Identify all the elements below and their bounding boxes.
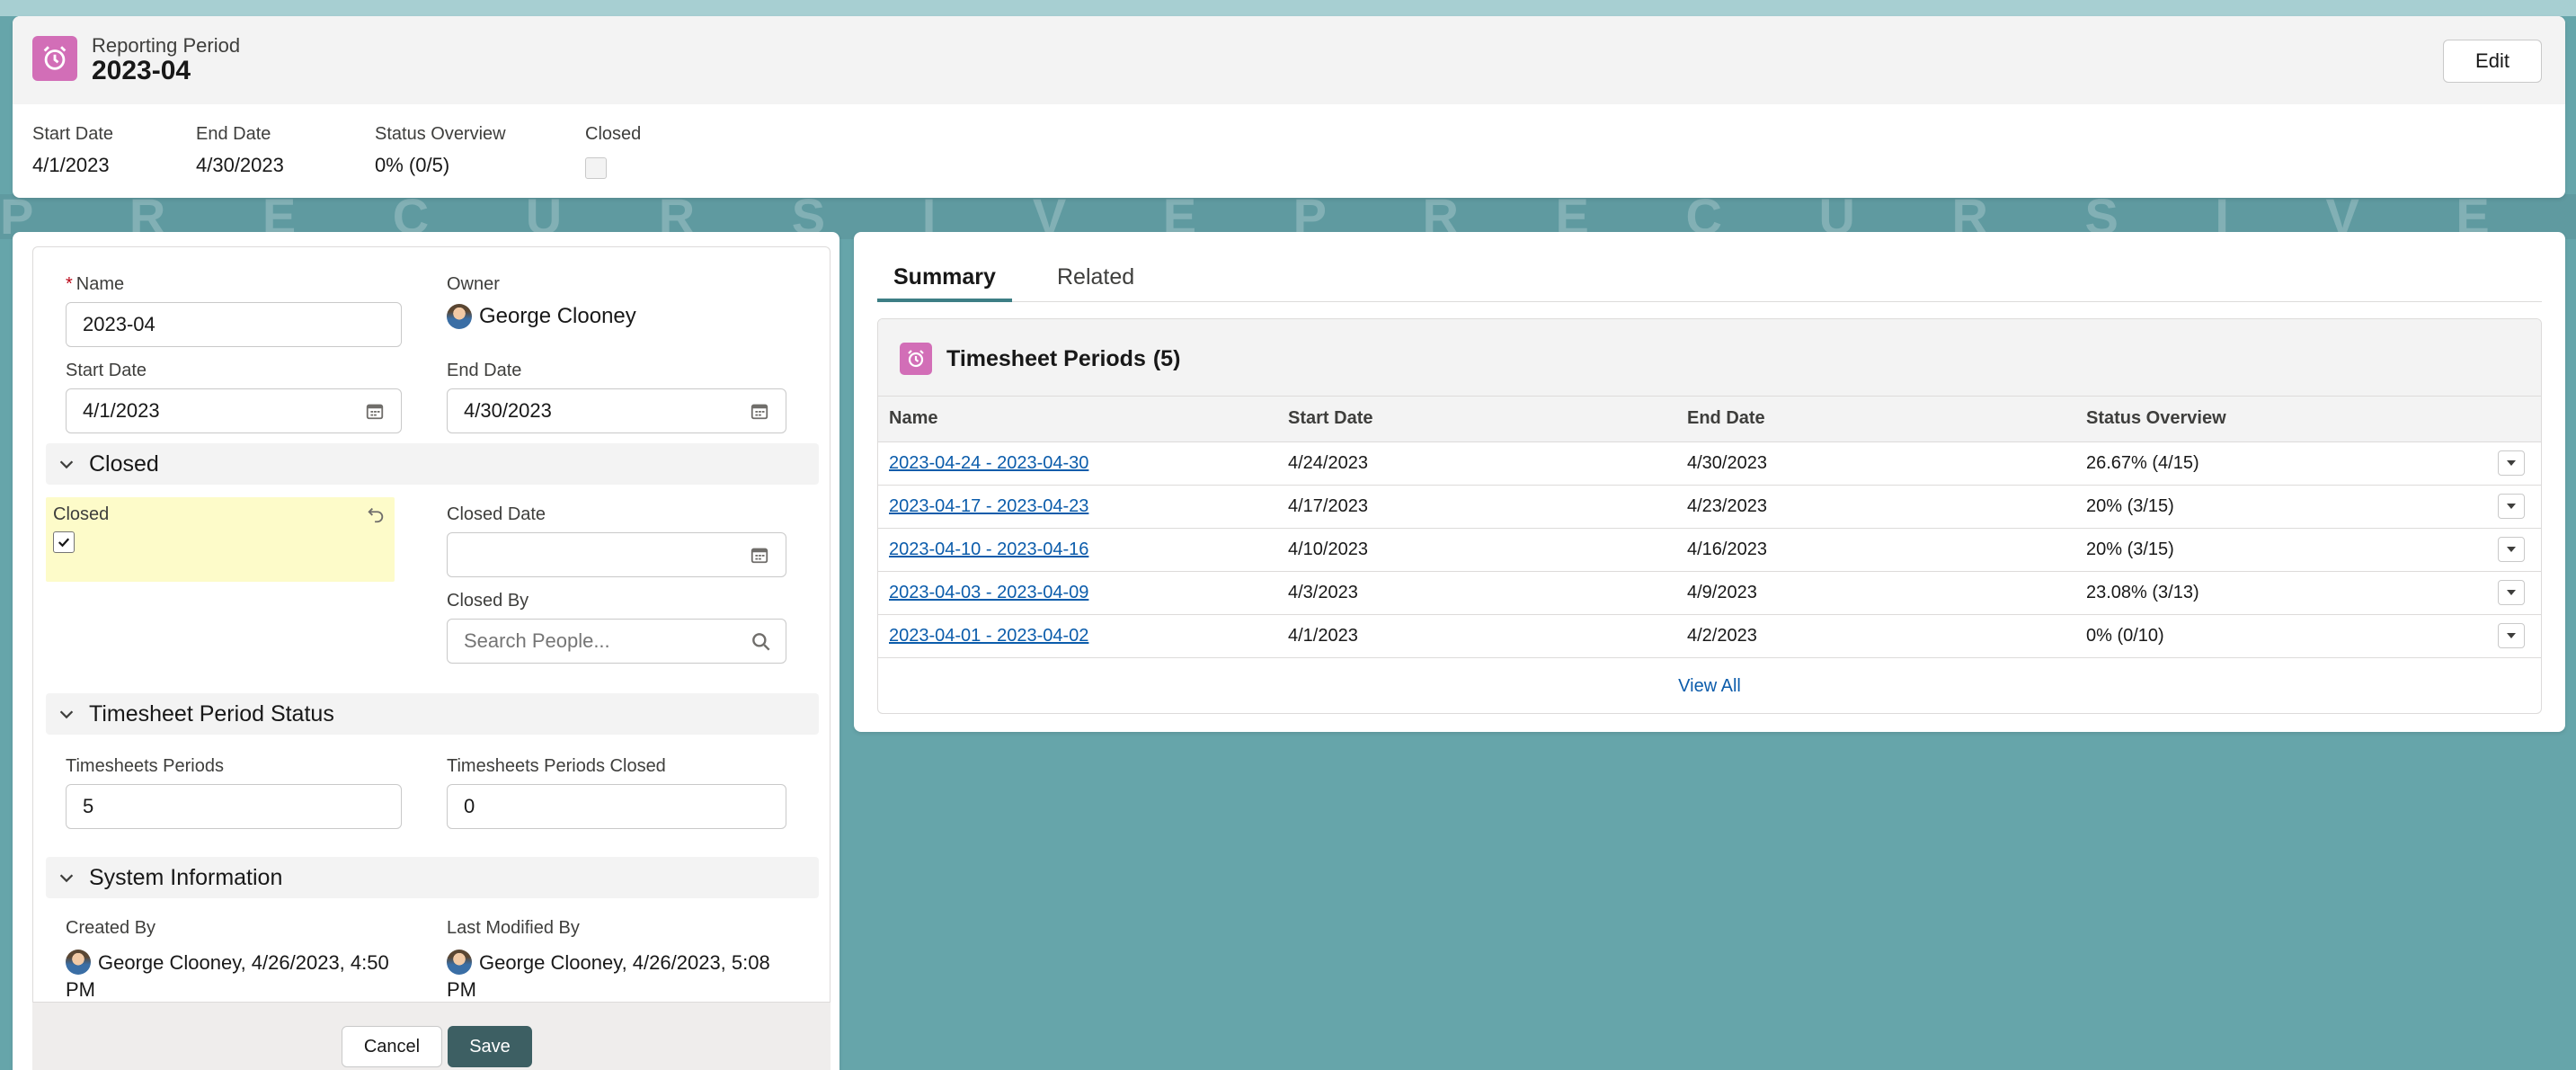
related-list-header: Timesheet Periods (5) xyxy=(878,319,2541,397)
column-header-actions xyxy=(2469,397,2541,442)
closed-date-field: Closed Date xyxy=(447,504,786,577)
avatar xyxy=(66,950,91,975)
record-header: Reporting Period 2023-04 Edit Start Date… xyxy=(13,16,2565,198)
closed-date-input[interactable] xyxy=(447,532,786,577)
caret-down-icon xyxy=(2507,460,2516,466)
undo-icon[interactable] xyxy=(366,504,386,524)
object-type-label: Reporting Period xyxy=(92,34,241,57)
highlight-start-date: Start Date 4/1/2023 xyxy=(32,124,114,176)
table-row: 2023-04-24 - 2023-04-30 4/24/2023 4/30/2… xyxy=(878,441,2541,486)
caret-down-icon xyxy=(2507,590,2516,595)
row-actions-dropdown[interactable] xyxy=(2498,580,2525,605)
caret-down-icon xyxy=(2507,633,2516,638)
timesheets-periods-closed-field: Timesheets Periods Closed 0 xyxy=(447,756,786,829)
created-by-field: Created By George Clooney, 4/26/2023, 4:… xyxy=(66,918,389,1001)
view-all-link[interactable]: View All xyxy=(1678,676,1741,696)
search-icon xyxy=(752,633,770,651)
highlight-closed: Closed xyxy=(585,124,641,179)
closed-by-field: Closed By Search People... xyxy=(447,591,786,664)
last-modified-by-value[interactable]: George Clooney, 4/26/2023, 5:08 PM xyxy=(447,951,770,1001)
row-name-link[interactable]: 2023-04-03 - 2023-04-09 xyxy=(889,583,1088,602)
timesheets-periods-closed-input[interactable]: 0 xyxy=(447,784,786,829)
row-actions-dropdown[interactable] xyxy=(2498,450,2525,476)
save-button[interactable]: Save xyxy=(448,1026,532,1067)
edit-form: * Name 2023-04 Owner George Clooney Start… xyxy=(32,246,831,1002)
calendar-icon[interactable] xyxy=(365,401,385,421)
header-top: Reporting Period 2023-04 Edit xyxy=(13,16,2565,104)
caret-down-icon xyxy=(2507,504,2516,509)
column-header-end-date[interactable]: End Date xyxy=(1676,397,2075,442)
end-date-field: End Date 4/30/2023 xyxy=(447,361,786,433)
row-name-link[interactable]: 2023-04-10 - 2023-04-16 xyxy=(889,539,1088,559)
owner-field: Owner George Clooney xyxy=(447,274,636,329)
start-date-input[interactable]: 4/1/2023 xyxy=(66,388,402,433)
timesheets-periods-input[interactable]: 5 xyxy=(66,784,402,829)
checkmark-icon xyxy=(58,538,70,548)
avatar xyxy=(447,304,472,329)
column-header-name[interactable]: Name xyxy=(878,397,1277,442)
related-list-count: (5) xyxy=(1152,346,1181,371)
section-timesheet-status-toggle[interactable]: Timesheet Period Status xyxy=(46,693,819,735)
end-date-input[interactable]: 4/30/2023 xyxy=(447,388,786,433)
table-header-row: Name Start Date End Date Status Overview xyxy=(878,397,2541,442)
alarm-clock-icon xyxy=(32,36,77,81)
closed-by-search-input[interactable]: Search People... xyxy=(447,619,786,664)
closed-field-edited: Closed xyxy=(46,497,395,582)
last-modified-by-field: Last Modified By George Clooney, 4/26/20… xyxy=(447,918,770,1001)
related-list-title[interactable]: Timesheet Periods xyxy=(946,346,1146,371)
created-by-value[interactable]: George Clooney, 4/26/2023, 4:50 PM xyxy=(66,951,389,1001)
table-row: 2023-04-03 - 2023-04-09 4/3/2023 4/9/202… xyxy=(878,571,2541,615)
calendar-icon[interactable] xyxy=(750,401,769,421)
tab-bar: Summary Related xyxy=(877,255,2542,302)
timesheet-periods-table: Name Start Date End Date Status Overview… xyxy=(878,397,2541,658)
alarm-clock-icon xyxy=(900,343,932,375)
chevron-down-icon xyxy=(59,874,74,883)
start-date-field: Start Date 4/1/2023 xyxy=(66,361,402,433)
tab-summary[interactable]: Summary xyxy=(877,255,1012,302)
row-actions-dropdown[interactable] xyxy=(2498,537,2525,562)
required-marker: * xyxy=(66,274,73,294)
edit-button[interactable]: Edit xyxy=(2443,40,2542,83)
section-system-info-toggle[interactable]: System Information xyxy=(46,857,819,898)
chevron-down-icon xyxy=(59,710,74,719)
row-name-link[interactable]: 2023-04-01 - 2023-04-02 xyxy=(889,626,1088,646)
row-actions-dropdown[interactable] xyxy=(2498,623,2525,648)
column-header-start-date[interactable]: Start Date xyxy=(1277,397,1676,442)
row-name-link[interactable]: 2023-04-17 - 2023-04-23 xyxy=(889,496,1088,516)
table-row: 2023-04-17 - 2023-04-23 4/17/2023 4/23/2… xyxy=(878,485,2541,529)
closed-checkbox[interactable] xyxy=(53,531,75,553)
calendar-icon[interactable] xyxy=(750,545,769,565)
section-closed-toggle[interactable]: Closed xyxy=(46,443,819,485)
highlight-end-date: End Date 4/30/2023 xyxy=(196,124,284,176)
chevron-down-icon xyxy=(59,460,74,469)
tab-related[interactable]: Related xyxy=(1041,255,1150,302)
timesheets-periods-field: Timesheets Periods 5 xyxy=(66,756,402,829)
table-row: 2023-04-10 - 2023-04-16 4/10/2023 4/16/2… xyxy=(878,528,2541,572)
edit-form-panel: * Name 2023-04 Owner George Clooney Start… xyxy=(13,232,839,1070)
record-title: 2023-04 xyxy=(92,56,191,85)
name-input[interactable]: 2023-04 xyxy=(66,302,402,347)
closed-checkbox-readonly xyxy=(585,157,607,179)
column-header-status-overview[interactable]: Status Overview xyxy=(2075,397,2469,442)
row-actions-dropdown[interactable] xyxy=(2498,494,2525,519)
form-footer: Cancel Save xyxy=(32,1002,831,1070)
row-name-link[interactable]: 2023-04-24 - 2023-04-30 xyxy=(889,453,1088,473)
cancel-button[interactable]: Cancel xyxy=(342,1026,442,1067)
highlights-panel: Start Date 4/1/2023 End Date 4/30/2023 S… xyxy=(13,104,2565,198)
tabs-panel: Summary Related Timesheet Periods (5) Nam… xyxy=(854,232,2565,732)
name-field: * Name 2023-04 xyxy=(66,274,402,347)
owner-link[interactable]: George Clooney xyxy=(479,304,636,329)
timesheet-periods-related-list: Timesheet Periods (5) Name Start Date End… xyxy=(877,318,2542,714)
avatar xyxy=(447,950,472,975)
top-strip xyxy=(0,0,2576,16)
highlight-status-overview: Status Overview 0% (0/5) xyxy=(375,124,506,176)
caret-down-icon xyxy=(2507,547,2516,552)
table-row: 2023-04-01 - 2023-04-02 4/1/2023 4/2/202… xyxy=(878,614,2541,658)
